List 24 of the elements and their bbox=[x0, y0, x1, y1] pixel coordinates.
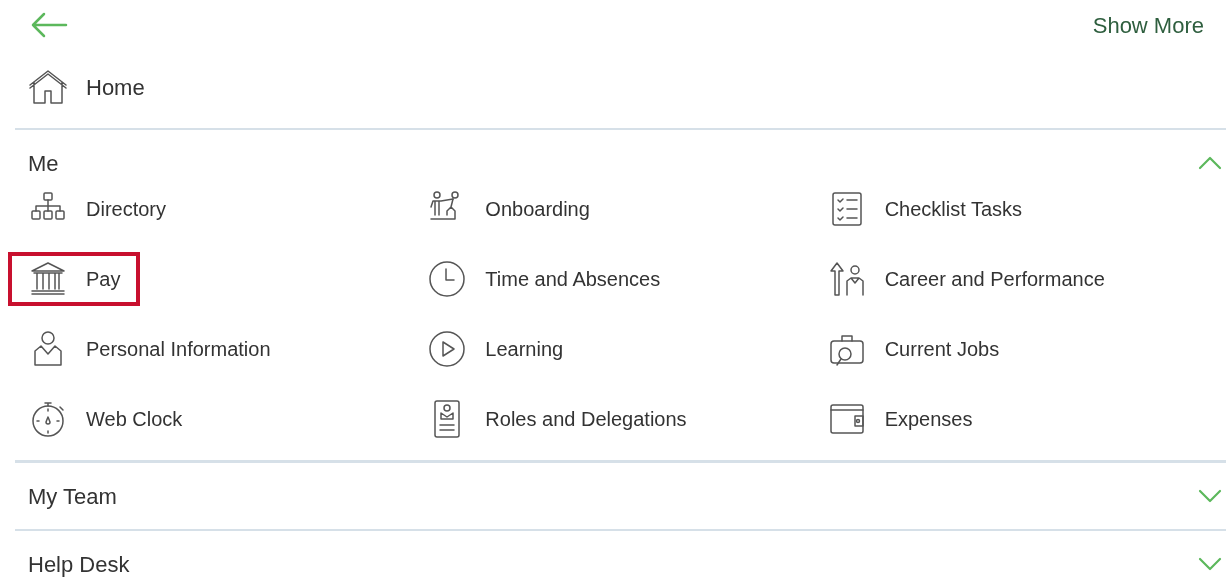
menu-item[interactable]: Web Clock bbox=[28, 399, 183, 439]
home-menu-item[interactable]: Home bbox=[15, 50, 1226, 130]
show-more-link[interactable]: Show More bbox=[1092, 8, 1204, 42]
chevron-down-icon[interactable] bbox=[1198, 489, 1222, 503]
section-heading[interactable]: Help Desk bbox=[28, 547, 130, 579]
menu-item[interactable]: Roles and Delegations bbox=[427, 399, 687, 439]
section-heading[interactable]: My Team bbox=[28, 479, 117, 513]
menu-item[interactable]: Current Jobs bbox=[826, 329, 1000, 369]
clock-icon bbox=[427, 259, 468, 299]
menu-item[interactable]: Pay bbox=[8, 252, 141, 306]
section-heading[interactable]: Me bbox=[28, 146, 59, 180]
back-arrow-icon[interactable] bbox=[30, 12, 68, 38]
menu-item[interactable]: Expenses bbox=[826, 399, 973, 439]
menu-item[interactable]: Directory bbox=[28, 189, 166, 229]
play-circle-icon bbox=[427, 329, 468, 369]
menu-item[interactable]: Checklist Tasks bbox=[826, 189, 1023, 229]
menu-item[interactable]: Personal Information bbox=[28, 329, 271, 369]
chevron-down-icon[interactable] bbox=[1198, 557, 1222, 571]
menu-item[interactable]: Learning bbox=[427, 329, 564, 369]
menu-item[interactable]: Time and Absences bbox=[427, 259, 661, 299]
menu-item[interactable]: Career and Performance bbox=[826, 259, 1105, 299]
menu-item[interactable]: Onboarding bbox=[427, 189, 590, 229]
chevron-up-icon[interactable] bbox=[1198, 156, 1222, 170]
house-icon bbox=[28, 67, 68, 107]
